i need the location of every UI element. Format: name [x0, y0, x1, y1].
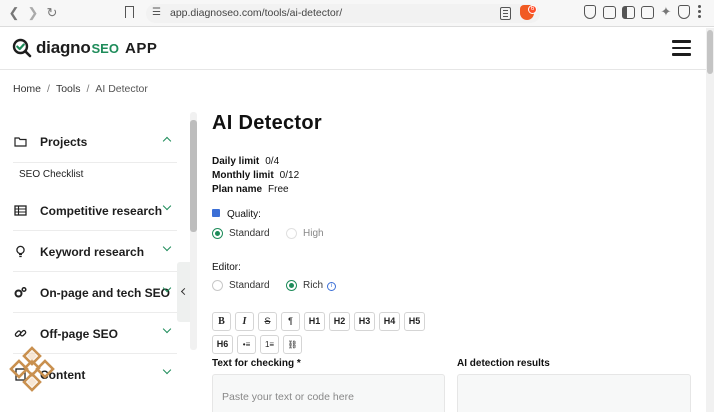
results-panel [457, 374, 691, 412]
browser-menu-icon[interactable] [698, 5, 702, 20]
url-text[interactable]: app.diagnoseo.com/tools/ai-detector/ [170, 7, 342, 19]
h4-button[interactable]: H4 [379, 312, 400, 331]
stat-daily-limit: Daily limit 0/4 [212, 156, 280, 167]
sidebar-item-label: Off-page SEO [40, 327, 119, 341]
sidebar-toggle-icon[interactable] [622, 6, 635, 19]
vpn-icon[interactable] [678, 5, 690, 19]
page-scrollbar[interactable] [706, 28, 714, 412]
hamburger-menu-icon[interactable] [672, 40, 691, 56]
strikethrough-button[interactable]: S [258, 312, 277, 331]
quality-radio-group: Standard High [212, 228, 412, 242]
leo-ai-icon[interactable]: ✦ [658, 4, 674, 20]
sidebar-item-keyword-research[interactable]: Keyword research [13, 231, 177, 272]
bookmark-icon[interactable] [125, 6, 134, 18]
address-bar[interactable]: ☰ app.diagnoseo.com/tools/ai-detector/ 6 [146, 4, 540, 23]
stat-plan-name: Plan name Free [212, 184, 289, 195]
ordered-list-button[interactable]: 1≡ [260, 335, 279, 354]
sidebar-item-label: Projects [40, 135, 88, 149]
back-icon[interactable]: ❮ [6, 5, 22, 21]
page-title: AI Detector [212, 112, 322, 134]
table-icon [14, 205, 27, 216]
sidebar-item-label: Keyword research [40, 245, 145, 259]
sidebar-item-competitive-research[interactable]: Competitive research [13, 190, 177, 231]
breadcrumb: Home / Tools / AI Detector [13, 83, 148, 95]
extensions-icon[interactable] [603, 6, 616, 19]
text-input-label: Text for checking * [212, 358, 301, 369]
logo[interactable]: diagno SEO APP [12, 37, 157, 59]
sidebar-sub-seo-checklist[interactable]: SEO Checklist [19, 169, 83, 180]
collapse-sidebar-button[interactable] [177, 262, 190, 322]
forward-icon[interactable]: ❯ [25, 5, 41, 21]
breadcrumb-separator: / [86, 83, 90, 95]
gears-icon [14, 286, 27, 298]
chevron-down-icon [163, 285, 171, 293]
results-label: AI detection results [457, 358, 550, 369]
h6-button[interactable]: H6 [212, 335, 233, 354]
sidebar-item-projects[interactable]: Projects SEO Checklist [13, 121, 177, 180]
h3-button[interactable]: H3 [354, 312, 375, 331]
lock-icon [212, 209, 220, 217]
text-input-placeholder: Paste your text or code here [222, 391, 354, 403]
chevron-down-icon [163, 367, 171, 375]
sidebar-item-on-page-tech-seo[interactable]: On-page and tech SEO [13, 272, 177, 313]
site-header: diagno SEO APP [0, 28, 706, 70]
site-settings-icon[interactable]: ☰ [152, 6, 164, 20]
chevron-down-icon [163, 244, 171, 252]
wallet-icon[interactable] [641, 6, 654, 19]
quality-label: Quality: [212, 209, 261, 220]
italic-button[interactable]: I [235, 312, 254, 331]
main-content: AI Detector Daily limit 0/4 Monthly limit… [212, 106, 702, 412]
sidebar-item-label: Competitive research [40, 204, 163, 218]
stat-monthly-limit: Monthly limit 0/12 [212, 170, 300, 181]
brave-shield-icon[interactable]: 6 [520, 5, 537, 22]
magnifier-check-icon [12, 38, 32, 58]
breadcrumb-separator: / [47, 83, 50, 95]
browser-toolbar: ❮ ❯ ↻ ☰ app.diagnoseo.com/tools/ai-detec… [0, 0, 714, 27]
h5-button[interactable]: H5 [404, 312, 425, 331]
info-icon[interactable]: i [327, 282, 336, 291]
link-icon [14, 329, 27, 338]
floating-widget-icon[interactable] [6, 345, 58, 397]
chevron-down-icon [163, 203, 171, 211]
text-input-area[interactable]: Paste your text or code here [212, 374, 445, 412]
lightbulb-icon [16, 245, 25, 258]
sidebar-scrollbar[interactable] [190, 112, 197, 350]
chevron-up-icon [163, 134, 171, 142]
logo-text: diagno [36, 38, 91, 57]
bold-button[interactable]: B [212, 312, 231, 331]
breadcrumb-current: AI Detector [95, 83, 148, 95]
logo-app: APP [124, 39, 158, 57]
folder-icon [14, 137, 27, 147]
editor-radio-group: Standard Rich [212, 280, 412, 294]
breadcrumb-home[interactable]: Home [13, 83, 41, 95]
sidebar-item-label: On-page and tech SEO [40, 286, 171, 300]
logo-seo: SEO [91, 40, 119, 56]
breadcrumb-tools[interactable]: Tools [56, 83, 81, 95]
privacy-icon[interactable] [584, 5, 596, 19]
paragraph-button[interactable]: ¶ [281, 312, 300, 331]
editor-label: Editor: [212, 262, 241, 273]
shield-count-badge: 6 [528, 5, 537, 14]
h1-button[interactable]: H1 [304, 312, 325, 331]
bullet-list-button[interactable]: •≡ [237, 335, 256, 354]
h2-button[interactable]: H2 [329, 312, 350, 331]
chevron-down-icon [163, 326, 171, 334]
reload-icon[interactable]: ↻ [44, 5, 60, 21]
reader-mode-icon[interactable] [500, 7, 511, 20]
link-button[interactable]: ⛓ [283, 335, 302, 354]
